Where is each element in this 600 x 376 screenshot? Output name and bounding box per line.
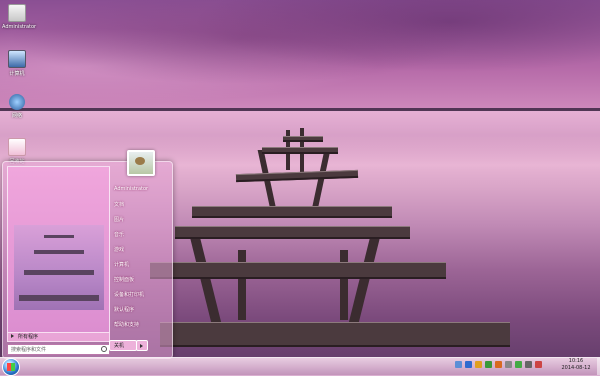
start-button[interactable] xyxy=(2,358,20,376)
pier-plank xyxy=(235,169,359,183)
start-search-input[interactable]: 搜索程序和文件 xyxy=(7,344,110,355)
desktop-icon-network[interactable]: 网络 xyxy=(2,94,32,119)
clock-time: 10:16 xyxy=(568,358,584,364)
taskbar-clock[interactable]: 10:16 2014-08-12 xyxy=(556,358,596,372)
desktop-icon-label: 计算机 xyxy=(9,71,25,77)
all-programs-label: 所有程序 xyxy=(18,334,39,340)
start-item-computer[interactable]: 计算机 xyxy=(114,261,129,268)
user-avatar[interactable] xyxy=(127,150,155,176)
arrow-right-icon xyxy=(11,334,14,338)
flower-icon xyxy=(135,157,145,165)
start-item-user[interactable]: Administrator xyxy=(114,186,148,192)
search-icon xyxy=(101,346,107,352)
flag-icon[interactable] xyxy=(495,361,502,368)
search-placeholder: 搜索程序和文件 xyxy=(11,347,47,353)
start-menu-right-pane: Administrator 文档 图片 音乐 游戏 计算机 控制面板 设备和打印… xyxy=(110,166,170,356)
pier-plank xyxy=(283,136,323,142)
start-item-music[interactable]: 音乐 xyxy=(114,231,124,238)
sky-clouds xyxy=(0,0,600,110)
start-item-documents[interactable]: 文档 xyxy=(114,201,124,208)
folder-icon xyxy=(8,4,26,22)
start-item-help-support[interactable]: 帮助和支持 xyxy=(114,321,139,328)
keyboard-icon[interactable] xyxy=(525,361,532,368)
pier-plank xyxy=(175,226,410,239)
start-item-control-panel[interactable]: 控制面板 xyxy=(114,276,134,283)
start-item-devices-printers[interactable]: 设备和打印机 xyxy=(114,291,144,298)
pier-plank xyxy=(192,206,392,218)
start-item-games[interactable]: 游戏 xyxy=(114,246,124,253)
desktop-icon-label: 网络 xyxy=(11,113,22,119)
notification-icon[interactable] xyxy=(455,361,462,368)
battery-icon[interactable] xyxy=(515,361,522,368)
pier-plank xyxy=(150,262,446,279)
pinned-programs-pane xyxy=(7,166,110,333)
shield-icon[interactable] xyxy=(475,361,482,368)
all-programs-button[interactable]: 所有程序 xyxy=(7,332,110,342)
windows-logo-icon xyxy=(7,363,15,371)
volume-icon[interactable] xyxy=(505,361,512,368)
start-item-pictures[interactable]: 图片 xyxy=(114,216,124,223)
desktop-icon-computer[interactable]: 计算机 xyxy=(2,50,32,77)
pier-post xyxy=(238,250,246,320)
pier-post xyxy=(340,250,348,320)
security-icon[interactable] xyxy=(465,361,472,368)
shutdown-button[interactable]: 关机 xyxy=(109,340,137,351)
shutdown-options-button[interactable] xyxy=(136,340,148,351)
pier-plank xyxy=(262,147,338,154)
recycle-bin-icon xyxy=(8,138,26,156)
desktop-icon-label: Administrator xyxy=(2,24,37,30)
network-status-icon[interactable] xyxy=(485,361,492,368)
wallpaper-thumbnail xyxy=(14,225,104,310)
start-menu: 所有程序 搜索程序和文件 Administrator 文档 图片 音乐 游戏 计… xyxy=(2,161,173,359)
start-item-default-programs[interactable]: 默认程序 xyxy=(114,306,134,313)
computer-icon xyxy=(8,50,26,68)
chat-icon[interactable] xyxy=(535,361,542,368)
shutdown-label: 关机 xyxy=(114,343,125,349)
clock-date: 2014-08-12 xyxy=(561,365,591,371)
desktop-icon-administrator[interactable]: Administrator xyxy=(2,4,37,30)
pier-plank xyxy=(160,322,510,347)
network-icon xyxy=(9,94,25,110)
